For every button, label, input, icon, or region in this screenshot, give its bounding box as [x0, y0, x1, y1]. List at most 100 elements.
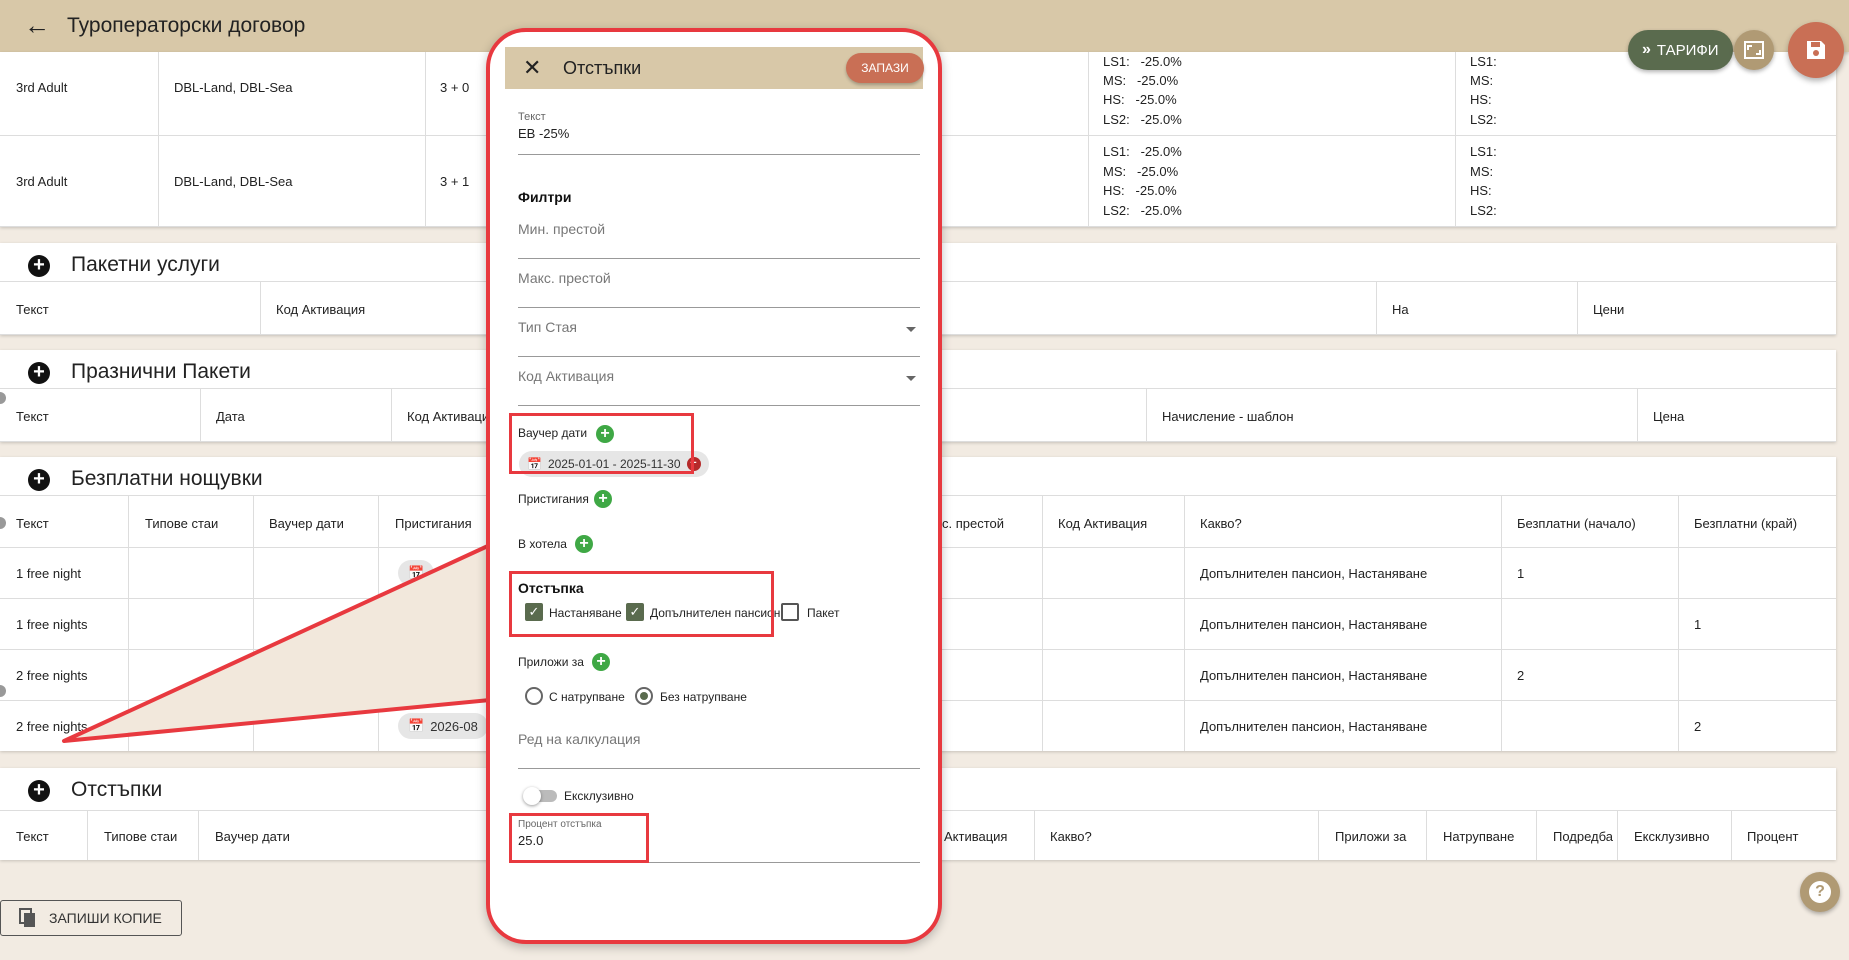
add-free-night-icon[interactable]: + [28, 469, 50, 491]
add-package-service-icon[interactable]: + [28, 255, 50, 277]
back-arrow-icon[interactable]: ← [24, 12, 50, 38]
text-field-label: Текст [518, 111, 546, 123]
calc-order-placeholder: Ред на калкулация [518, 731, 641, 747]
text-field[interactable]: Текст EB -25% [518, 111, 920, 155]
row-discount-ls1: LS1: -25.0% [1103, 54, 1182, 69]
section-title: Пакетни услуги [71, 253, 220, 276]
row-discount-hs: HS: -25.0% [1103, 183, 1177, 198]
copy-icon [19, 908, 35, 927]
col-header: Ваучер дати [215, 829, 290, 844]
tariffs-label: ТАРИФИ [1656, 41, 1719, 59]
row-end: 1 [1694, 617, 1702, 632]
row-extra-ls2: LS2: [1470, 112, 1497, 127]
dialog-header: ✕ Отстъпки ЗАПАЗИ [505, 47, 924, 89]
row-extra-ms: MS: [1470, 73, 1494, 88]
arrival-chip: 📅 [398, 560, 435, 586]
chevron-down-icon [906, 376, 916, 381]
activation-code-select[interactable]: Код Активация [518, 364, 920, 406]
calendar-icon: 📅 [408, 718, 425, 733]
row-what: Допълнителен пансион, Настаняване [1200, 719, 1428, 734]
col-header: Текст [16, 409, 49, 424]
calendar-icon: 📅 [408, 565, 425, 580]
add-in-hotel-icon[interactable]: + [575, 535, 593, 553]
row-start: 1 [1517, 566, 1525, 581]
col-header: Ваучер дати [269, 516, 344, 531]
add-holiday-package-icon[interactable]: + [28, 362, 50, 384]
col-header: Начисление - шаблон [1162, 409, 1294, 424]
arrivals-label: Пристигания [518, 492, 589, 506]
row-discount-ls2: LS2: -25.0% [1103, 112, 1182, 127]
section-title: Отстъпки [71, 778, 163, 801]
row-what: Допълнителен пансион, Настаняване [1200, 668, 1428, 683]
col-header: Типове стаи [145, 516, 219, 531]
activation-code-placeholder: Код Активация [518, 368, 615, 384]
calc-order-field[interactable]: Ред на калкулация [518, 727, 920, 769]
row-extra-ls2: LS2: [1470, 203, 1497, 218]
min-stay-field[interactable]: Мин. престой [518, 217, 920, 259]
row-discount-ms: MS: -25.0% [1103, 164, 1179, 179]
row-extra-hs: HS: [1470, 183, 1492, 198]
row-type: 3rd Adult [16, 174, 68, 189]
row-discount-hs: HS: -25.0% [1103, 92, 1177, 107]
double-chevron-icon: » [1642, 41, 1651, 58]
room-type-select[interactable]: Тип Стая [518, 315, 920, 357]
col-header: Текст [16, 829, 49, 844]
col-header: Типове стаи [104, 829, 178, 844]
row-what: Допълнителен пансион, Настаняване [1200, 617, 1428, 632]
col-header: Безплатни (начало) [1517, 516, 1636, 531]
expand-button[interactable] [1734, 30, 1774, 70]
col-header: Безплатни (край) [1694, 516, 1798, 531]
tariffs-button[interactable]: » ТАРИФИ [1628, 30, 1733, 70]
row-text: 2 free nights [16, 719, 88, 734]
discount-dialog: ✕ Отстъпки ЗАПАЗИ Текст EB -25% Филтри М… [486, 28, 942, 944]
package-label: Пакет [807, 606, 840, 620]
filters-heading: Филтри [518, 189, 572, 205]
col-header: Цена [1653, 409, 1685, 424]
col-header: Какво? [1050, 829, 1092, 844]
row-start: 2 [1517, 668, 1525, 683]
package-checkbox[interactable] [781, 603, 799, 621]
voucher-dates-highlight [509, 413, 694, 474]
row-rooms: DBL-Land, DBL-Sea [174, 80, 293, 95]
row-extra-hs: HS: [1470, 92, 1492, 107]
row-rooms: DBL-Land, DBL-Sea [174, 174, 293, 189]
row-text: 2 free nights [16, 668, 88, 683]
discount-highlight [509, 571, 774, 637]
max-stay-field[interactable]: Макс. престой [518, 266, 920, 308]
add-arrival-icon[interactable]: + [594, 490, 612, 508]
save-copy-label: ЗАПИШИ КОПИЕ [49, 910, 162, 926]
row-discount-ls2: LS2: -25.0% [1103, 203, 1182, 218]
help-icon: ? [1809, 881, 1831, 903]
row-extra-ms: MS: [1470, 164, 1494, 179]
col-header: Подредба [1553, 829, 1614, 844]
arrival-chip: 📅 2026-08 [398, 713, 488, 739]
section-title: Безплатни нощувки [71, 467, 263, 490]
non-cumulative-radio[interactable] [635, 687, 653, 705]
chevron-down-icon [906, 327, 916, 332]
col-header: Код Активация [276, 302, 366, 317]
arrival-chip-label: 2026-08 [430, 718, 478, 734]
save-fab-button[interactable] [1788, 22, 1844, 78]
row-what: Допълнителен пансион, Настаняване [1200, 566, 1428, 581]
col-header: Пристигания [395, 516, 472, 531]
help-button[interactable]: ? [1800, 872, 1840, 912]
exclusive-toggle-knob [523, 787, 541, 805]
apply-for-label: Приложи за [518, 655, 584, 669]
row-discount-ms: MS: -25.0% [1103, 73, 1179, 88]
save-copy-button[interactable]: ЗАПИШИ КОПИЕ [0, 900, 182, 936]
cumulative-radio[interactable] [525, 687, 543, 705]
text-field-value: EB -25% [518, 126, 570, 141]
close-icon[interactable]: ✕ [523, 55, 541, 81]
max-stay-placeholder: Макс. престой [518, 270, 611, 286]
add-discount-icon[interactable]: + [28, 780, 50, 802]
room-type-placeholder: Тип Стая [518, 319, 577, 335]
col-header: Код Активация [1058, 516, 1148, 531]
col-header: Текст [16, 516, 49, 531]
col-header: Цени [1593, 302, 1625, 317]
add-apply-for-icon[interactable]: + [592, 653, 610, 671]
row-type: 3rd Adult [16, 80, 68, 95]
row-text: 1 free night [16, 566, 82, 581]
dialog-save-button[interactable]: ЗАПАЗИ [846, 53, 924, 83]
min-stay-placeholder: Мин. престой [518, 221, 606, 237]
row-text: 1 free nights [16, 617, 88, 632]
